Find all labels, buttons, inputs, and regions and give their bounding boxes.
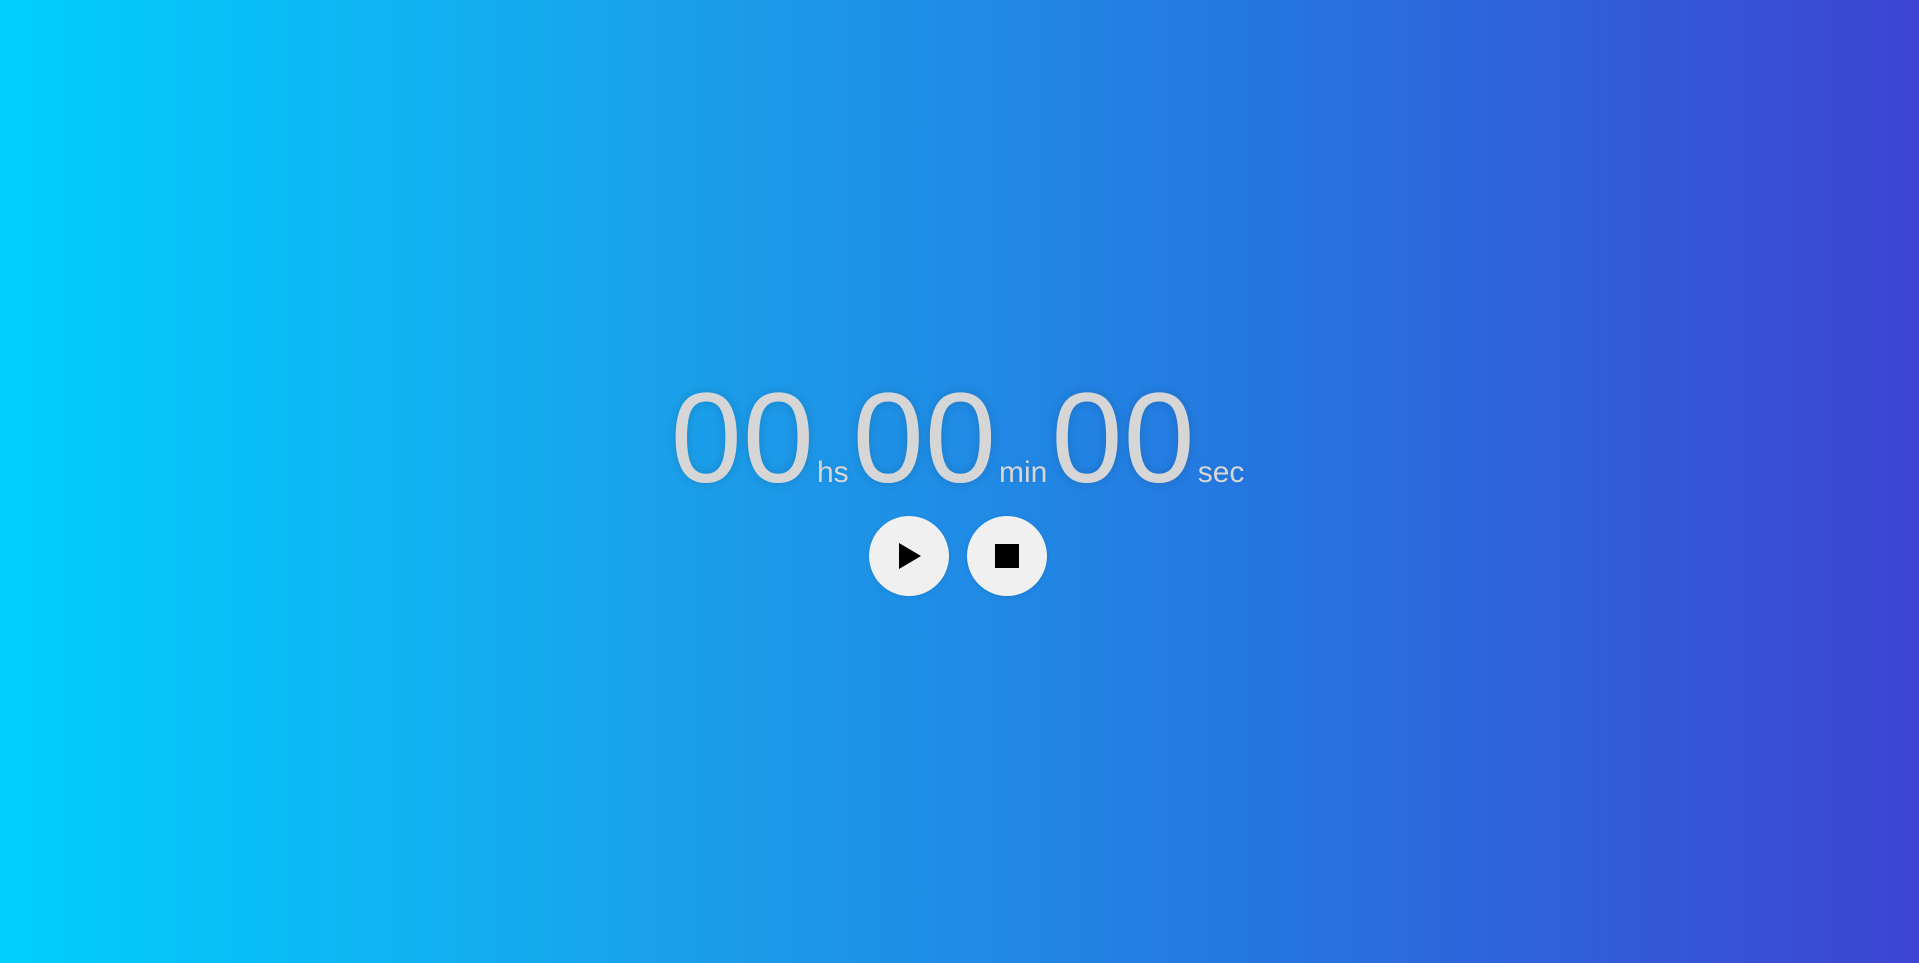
timer-controls (869, 516, 1047, 596)
stopwatch-app: 00 hs 00 min 00 sec (0, 0, 1919, 963)
timer-display: 00 hs 00 min 00 sec (0, 367, 1919, 510)
play-icon (896, 542, 922, 570)
stop-button[interactable] (967, 516, 1047, 596)
stop-icon (995, 544, 1019, 568)
hours-value: 00 (670, 367, 815, 510)
seconds-value: 00 (1051, 367, 1196, 510)
hours-unit-label: hs (816, 456, 849, 489)
seconds-unit-label: sec (1197, 456, 1245, 489)
minutes-value: 00 (852, 367, 998, 510)
minutes-unit-label: min (999, 456, 1048, 489)
play-button[interactable] (869, 516, 949, 596)
